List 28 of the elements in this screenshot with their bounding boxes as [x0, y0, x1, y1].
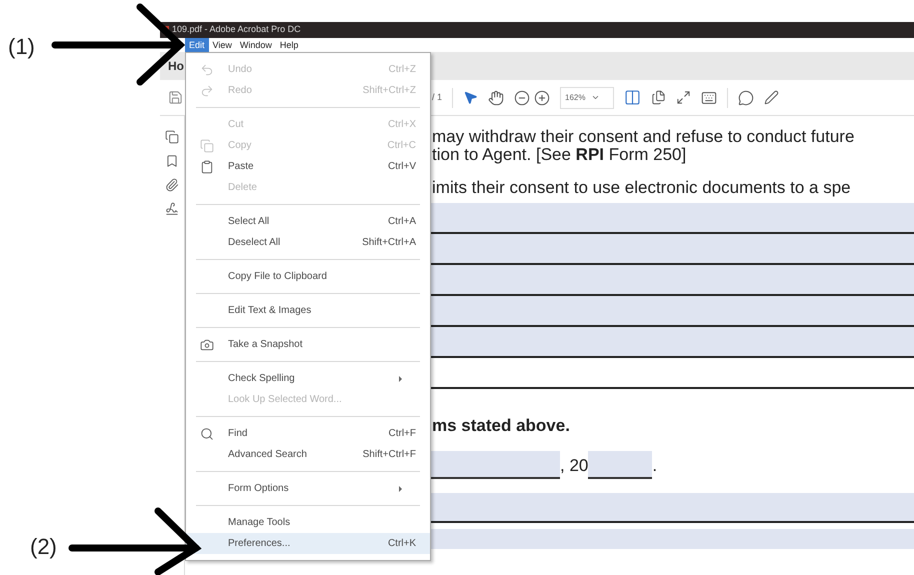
annotation-label: (1)	[8, 33, 36, 61]
menu-bar-item[interactable]: Help	[276, 38, 302, 52]
menu-item[interactable]: Deselect All Shift+Ctrl+A	[186, 232, 430, 253]
document-text: tion to Agent. [See RPI Form 250]	[432, 146, 686, 164]
menu-item[interactable]: Paste Ctrl+V	[186, 156, 430, 177]
section-heading: ms stated above.	[432, 415, 570, 437]
date-separator: , 20	[560, 455, 588, 477]
menu-item[interactable]: Advanced Search Shift+Ctrl+F	[186, 444, 430, 465]
menu-item[interactable]: Edit Text & Images	[186, 300, 430, 321]
tab[interactable]: Ho	[168, 57, 184, 75]
menu-item[interactable]: Form Options	[186, 478, 430, 499]
menu-item[interactable]: Check Spelling	[186, 368, 430, 389]
annotation-label: (2)	[30, 533, 58, 561]
date-end: .	[652, 455, 658, 477]
window-title: 109.pdf - Adobe Acrobat Pro DC	[172, 23, 301, 36]
menu-bar-item[interactable]: View	[208, 38, 236, 52]
menu-item[interactable]: Find Ctrl+F	[186, 423, 430, 444]
menu-item[interactable]: Take a Snapshot	[186, 334, 430, 355]
menu-item[interactable]: Select All Ctrl+A	[186, 211, 430, 232]
menu-item[interactable]: Preferences... Ctrl+K	[186, 533, 430, 554]
menu-bar-item[interactable]: Edit	[185, 38, 209, 52]
page-count: / 1	[432, 90, 442, 104]
menu-item[interactable]: Copy File to Clipboard	[186, 266, 430, 287]
document-text: imits their consent to use electronic documents to a spe	[432, 179, 851, 197]
menu-item[interactable]: Manage Tools	[186, 512, 430, 533]
document-text: may withdraw their consent and refuse to conduct future	[432, 128, 854, 146]
menu-bar-item[interactable]: Window	[236, 38, 276, 52]
zoom-dropdown[interactable]: 162%	[560, 86, 614, 108]
